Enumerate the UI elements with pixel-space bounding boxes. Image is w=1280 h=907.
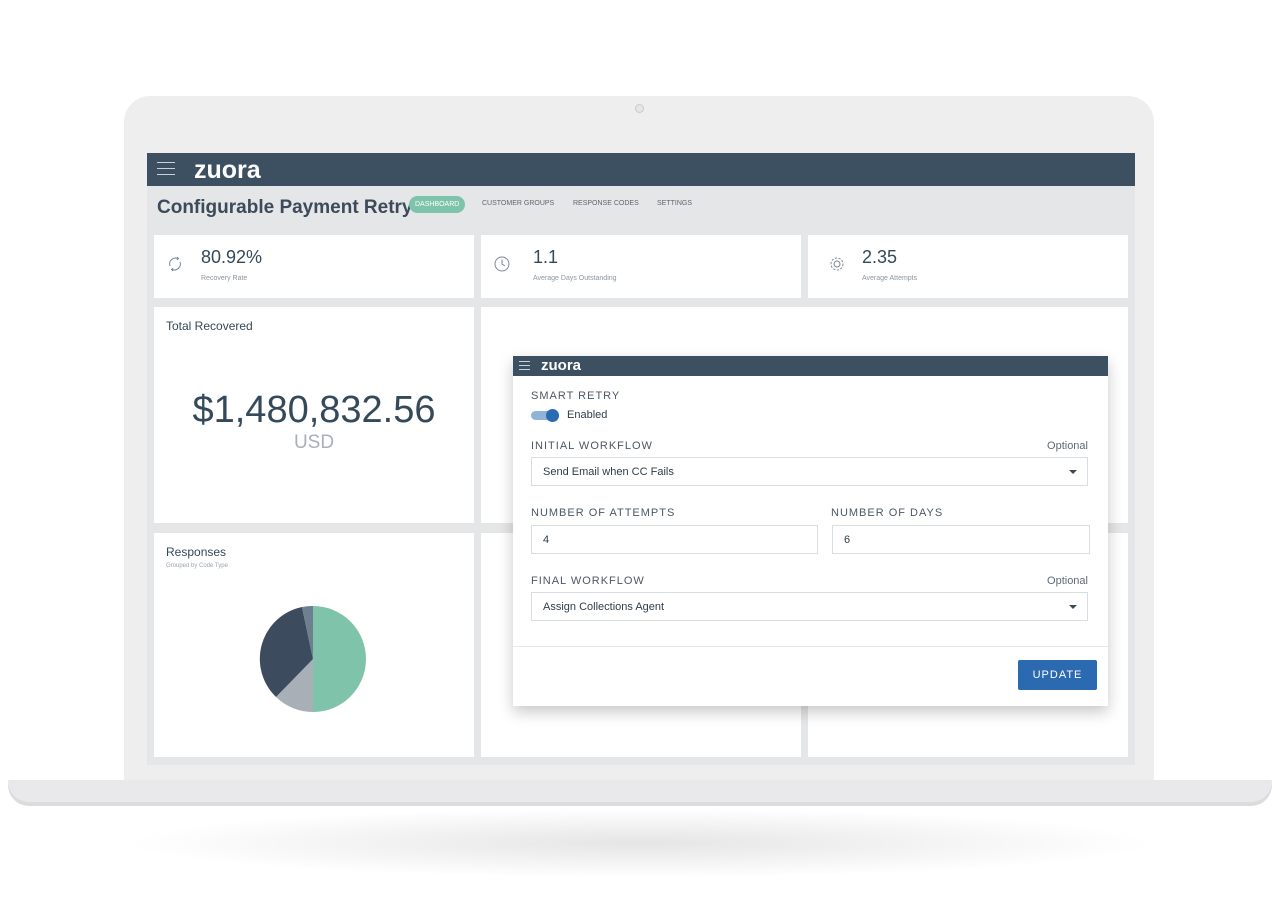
toggle-state-label: Enabled (567, 409, 608, 421)
clock-icon (494, 256, 510, 272)
kpi-value: 80.92% (201, 247, 263, 267)
optional-label: Optional (1047, 440, 1088, 452)
laptop-base (8, 780, 1272, 802)
smart-retry-toggle[interactable] (531, 409, 561, 422)
top-navbar: zuora (147, 153, 1135, 186)
number-of-days-input[interactable]: 6 (832, 525, 1090, 554)
zuora-logo[interactable]: zuora (194, 156, 261, 185)
final-workflow-label: FINAL WORKFLOW (531, 575, 645, 587)
caret-down-icon (1069, 605, 1077, 609)
card-title: Responses (166, 545, 227, 559)
tab-response-codes[interactable]: RESPONSE CODES (573, 200, 639, 207)
smart-retry-modal: zuora SMART RETRY Enabled INITIAL WORKFL… (513, 356, 1108, 706)
total-recovered-amount: $1,480,832.56 (192, 389, 436, 431)
select-value: Send Email when CC Fails (543, 466, 674, 478)
refresh-icon (169, 256, 181, 272)
tab-customer-groups[interactable]: CUSTOMER GROUPS (482, 200, 554, 207)
kpi-label: Average Attempts (862, 275, 918, 282)
kpi-label: Recovery Rate (201, 275, 248, 282)
number-of-attempts-label: NUMBER OF ATTEMPTS (531, 507, 676, 519)
page-title: Configurable Payment Retry (157, 197, 413, 218)
smart-retry-label: SMART RETRY (531, 390, 621, 402)
kpi-card-recovery-rate: 80.92% Recovery Rate (154, 235, 474, 298)
modal-header: zuora (513, 356, 1108, 376)
update-button[interactable]: UPDATE (1018, 660, 1097, 690)
gear-icon (830, 257, 844, 271)
select-value: Assign Collections Agent (543, 601, 665, 613)
laptop-shadow (120, 808, 1160, 878)
optional-label: Optional (1047, 575, 1088, 587)
modal-divider (513, 646, 1108, 647)
pie-slice (313, 606, 366, 712)
zuora-logo: zuora (541, 357, 582, 374)
kpi-label: Average Days Outstanding (533, 275, 617, 282)
kpi-value: 2.35 (862, 247, 898, 267)
card-title: Total Recovered (166, 319, 253, 333)
kpi-card-days-outstanding: 1.1 Average Days Outstanding (481, 235, 801, 298)
total-recovered-card: Total Recovered $1,480,832.56 USD (154, 307, 474, 523)
initial-workflow-select[interactable]: Send Email when CC Fails (531, 457, 1088, 486)
camera-icon (635, 104, 644, 113)
caret-down-icon (1069, 470, 1077, 474)
responses-pie-chart (259, 605, 366, 712)
hamburger-menu-icon[interactable] (519, 361, 530, 370)
responses-card: Responses Grouped by Code Type (154, 533, 474, 757)
input-value: 6 (844, 534, 851, 546)
hamburger-menu-icon[interactable] (157, 162, 175, 176)
currency-label: USD (293, 432, 335, 453)
tab-settings[interactable]: SETTINGS (657, 200, 692, 207)
initial-workflow-label: INITIAL WORKFLOW (531, 440, 653, 452)
kpi-value: 1.1 (533, 247, 559, 267)
final-workflow-select[interactable]: Assign Collections Agent (531, 592, 1088, 621)
number-of-days-label: NUMBER OF DAYS (831, 507, 944, 519)
number-of-attempts-input[interactable]: 4 (531, 525, 818, 554)
input-value: 4 (543, 534, 550, 546)
tab-dashboard[interactable]: DASHBOARD (409, 196, 466, 213)
kpi-card-average-attempts: 2.35 Average Attempts (808, 235, 1128, 298)
card-subtitle: Grouped by Code Type (166, 563, 228, 569)
